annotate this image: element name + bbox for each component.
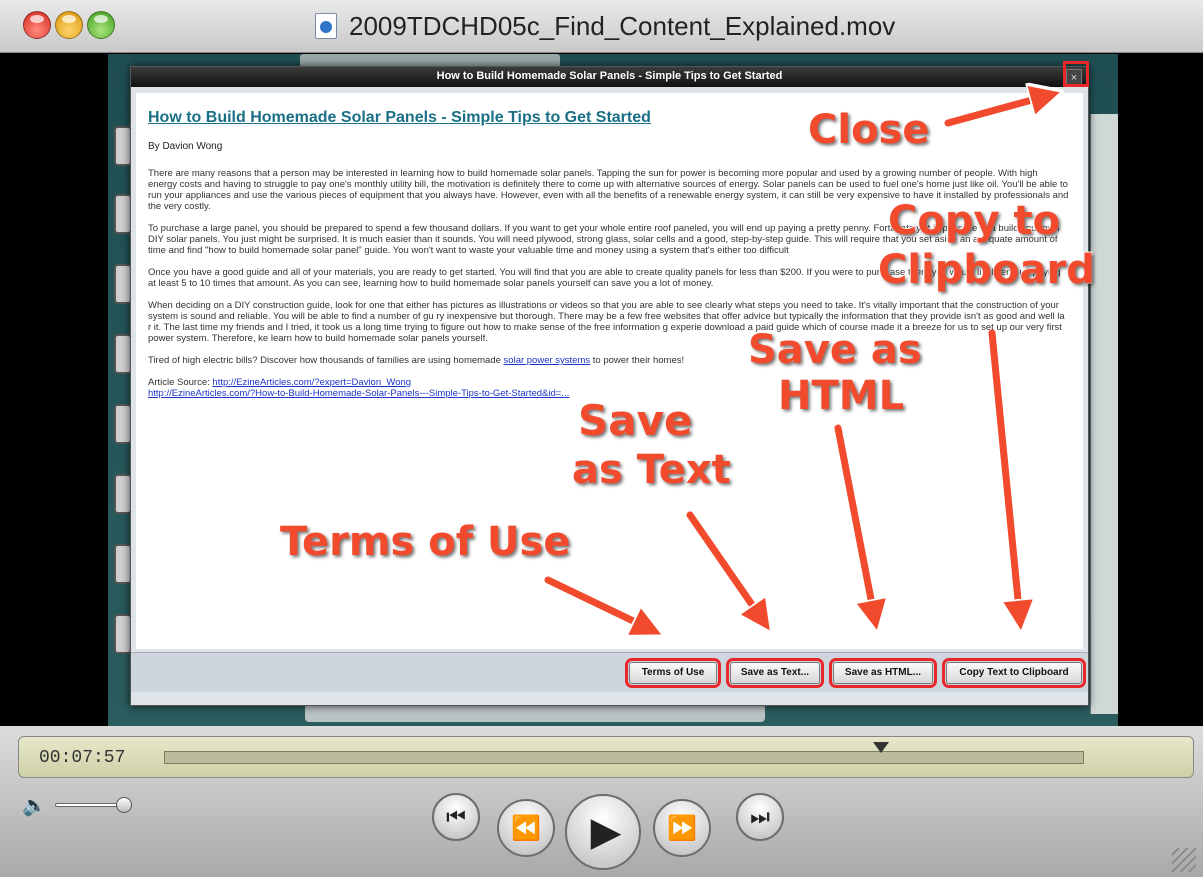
solar-power-link[interactable]: solar power systems (504, 355, 591, 366)
save-as-text-button[interactable]: Save as Text... (726, 658, 824, 688)
source-label: Article Source: (148, 377, 213, 388)
title-bar: 2009TDCHD05c_Find_Content_Explained.mov (0, 0, 1203, 53)
volume-slider[interactable] (55, 797, 132, 813)
zoom-window-button[interactable] (87, 11, 115, 39)
scrubber-track[interactable] (164, 742, 1084, 764)
video-frame: How to Build Homemade Solar Panels - Sim… (0, 54, 1203, 726)
rewind-button[interactable]: ⏪ (497, 799, 555, 857)
article-paragraph: When deciding on a DIY construction guid… (148, 300, 1065, 344)
article-dialog: How to Build Homemade Solar Panels - Sim… (130, 61, 1089, 706)
skip-to-end-icon: ⏭ (750, 804, 770, 829)
skip-to-start-icon: ⏮ (446, 804, 466, 829)
annotation-save-html-line2: HTML (777, 373, 905, 419)
quicktime-window: 2009TDCHD05c_Find_Content_Explained.mov … (0, 0, 1203, 877)
close-highlight-box (1063, 61, 1089, 87)
minimize-window-button[interactable] (55, 11, 83, 39)
article-byline: By Davion Wong (148, 141, 223, 152)
annotation-copy-line1: Copy to (887, 198, 1061, 244)
annotation-close: Close (807, 107, 930, 153)
article-closing: Tired of high electric bills? Discover h… (148, 355, 1069, 366)
play-icon: ▶ (590, 810, 622, 854)
annotation-copy-line2: Clipboard (877, 247, 1096, 293)
play-button[interactable]: ▶ (565, 794, 641, 870)
time-bar: 00:07:57 (18, 736, 1194, 778)
volume-knob[interactable] (116, 797, 132, 813)
resize-grip-icon[interactable] (1172, 848, 1196, 872)
timecode-display: 00:07:57 (39, 748, 126, 768)
skip-to-start-button[interactable]: ⏮ (432, 793, 480, 841)
article-content: How to Build Homemade Solar Panels - Sim… (136, 93, 1083, 649)
dialog-title-bar: How to Build Homemade Solar Panels - Sim… (131, 67, 1088, 87)
playback-controller: 00:07:57 🔈 ⏮ ⏪ ▶ ⏩ ⏭ (0, 726, 1203, 877)
recorded-app-bottom-strip (305, 704, 765, 722)
window-title: 2009TDCHD05c_Find_Content_Explained.mov (349, 10, 896, 41)
annotation-save-html-line1: Save as (747, 327, 923, 373)
volume-icon[interactable]: 🔈 (22, 793, 47, 818)
skip-to-end-button[interactable]: ⏭ (736, 793, 784, 841)
window-title-group: 2009TDCHD05c_Find_Content_Explained.mov (315, 11, 895, 41)
annotation-save-text-line1: Save (577, 396, 693, 445)
copy-to-clipboard-button[interactable]: Copy Text to Clipboard (942, 658, 1086, 688)
annotation-terms: Terms of Use (279, 519, 571, 565)
terms-of-use-button[interactable]: Terms of Use (625, 658, 721, 688)
closing-prefix: Tired of high electric bills? Discover h… (148, 355, 504, 366)
annotation-save-text-line2: as Text (571, 447, 732, 493)
recorded-app-side-panel (1090, 114, 1118, 714)
article-headline[interactable]: How to Build Homemade Solar Panels - Sim… (148, 109, 1069, 127)
fast-forward-icon: ⏩ (667, 814, 697, 842)
playhead-icon[interactable] (873, 742, 890, 753)
dialog-title: How to Build Homemade Solar Panels - Sim… (436, 70, 783, 82)
rewind-icon: ⏪ (511, 814, 541, 842)
fast-forward-button[interactable]: ⏩ (653, 799, 711, 857)
dialog-footer: Terms of Use Save as Text... Save as HTM… (131, 652, 1088, 692)
quicktime-document-icon (315, 13, 337, 39)
save-as-html-button[interactable]: Save as HTML... (829, 658, 937, 688)
close-window-button[interactable] (23, 11, 51, 39)
article-link[interactable]: http://EzineArticles.com/?How-to-Build-H… (148, 388, 569, 399)
author-link[interactable]: http://EzineArticles.com/?expert=Davion_… (212, 377, 411, 388)
closing-suffix: to power their homes! (590, 355, 685, 366)
